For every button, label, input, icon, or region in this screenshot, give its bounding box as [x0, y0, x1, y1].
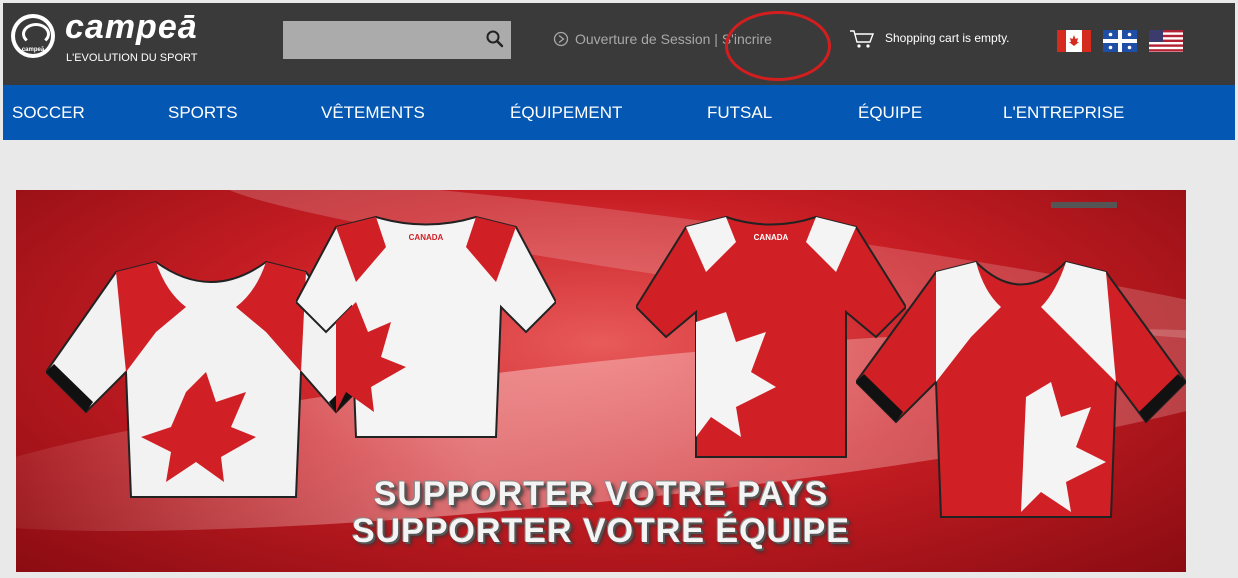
logo-emblem-icon: campeā [11, 14, 55, 58]
nav-item-equipe[interactable]: ÉQUIPE [858, 103, 922, 123]
logo-wordmark: campeā [65, 8, 198, 46]
main-navigation: SOCCER SPORTS VÊTEMENTS ÉQUIPEMENT FUTSA… [3, 85, 1235, 140]
highlight-circle-annotation [725, 11, 831, 81]
search-icon[interactable] [485, 29, 505, 49]
search-input[interactable] [283, 21, 511, 59]
top-header: campeā campeā L'EVOLUTION DU SPORT Ouver… [3, 3, 1235, 85]
usa-flag-icon[interactable] [1149, 30, 1183, 52]
jersey-label-text: CANADA [409, 233, 444, 242]
nav-item-vetements[interactable]: VÊTEMENTS [321, 103, 425, 123]
cart-icon[interactable] [849, 29, 875, 49]
hero-banner[interactable]: CANADA CANADA SUPPORTER VOTRE PAYS SUPPO… [16, 190, 1186, 572]
logo-small-text: campeā [21, 47, 45, 53]
slider-indicator[interactable] [1051, 202, 1117, 208]
white-jersey-back-image: CANADA [296, 215, 556, 438]
banner-headline-2: SUPPORTER VOTRE ÉQUIPE [351, 512, 851, 550]
campea-logo[interactable]: campeā campeā L'EVOLUTION DU SPORT [11, 8, 251, 71]
nav-item-equipement[interactable]: ÉQUIPEMENT [510, 103, 622, 123]
logo-tagline: L'EVOLUTION DU SPORT [66, 52, 198, 64]
jersey-label-text-2: CANADA [754, 233, 789, 242]
banner-headline-1: SUPPORTER VOTRE PAYS [373, 475, 829, 513]
canada-flag-icon[interactable] [1057, 30, 1091, 52]
nav-item-soccer[interactable]: SOCCER [12, 103, 85, 123]
quebec-flag-icon[interactable] [1103, 30, 1137, 52]
login-arrow-icon [553, 31, 569, 47]
nav-item-entreprise[interactable]: L'ENTREPRISE [1003, 103, 1124, 123]
nav-item-sports[interactable]: SPORTS [168, 103, 238, 123]
cart-status-text: Shopping cart is empty. [885, 31, 1010, 45]
nav-item-futsal[interactable]: FUTSAL [707, 103, 772, 123]
